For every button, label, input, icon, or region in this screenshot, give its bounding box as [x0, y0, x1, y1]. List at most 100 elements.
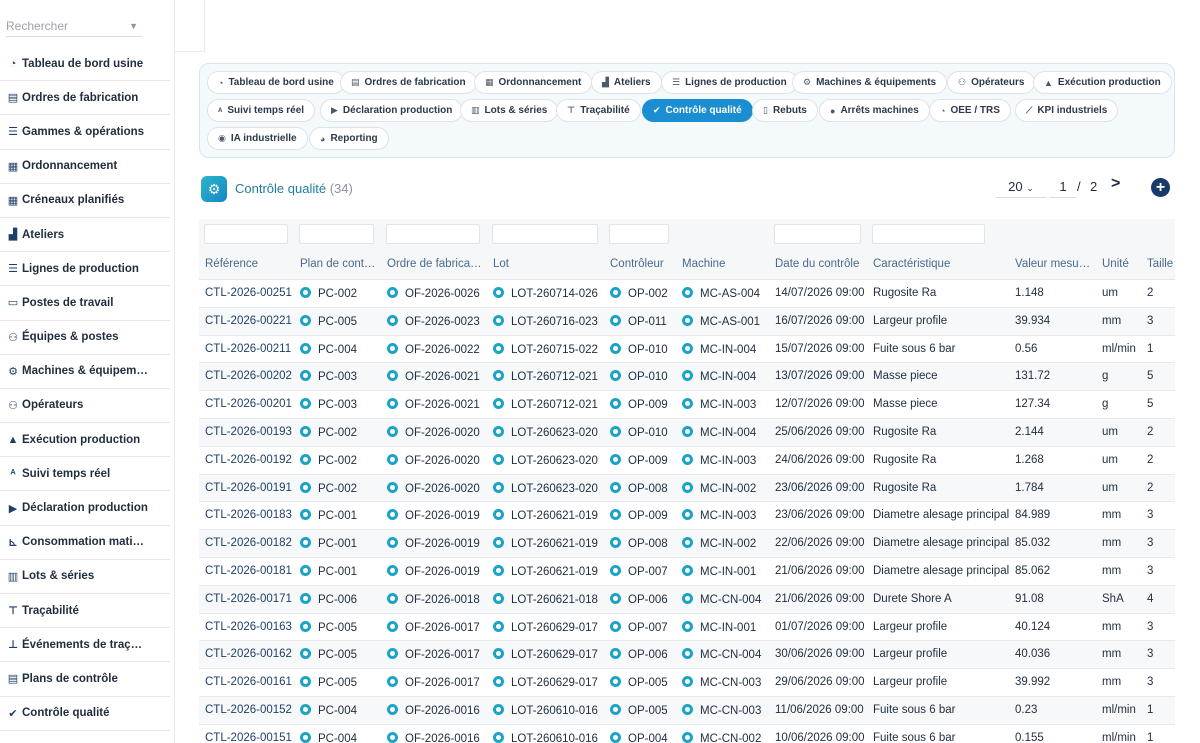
table-cell[interactable]: MC-AS-001: [682, 314, 770, 328]
table-cell[interactable]: LOT-260629-017: [493, 676, 603, 689]
table-cell[interactable]: CTL-2026-00163: [205, 621, 295, 633]
link-icon[interactable]: [610, 342, 621, 354]
table-cell[interactable]: PC-005: [300, 620, 380, 634]
tab[interactable]: ▦ Ordonnancement: [474, 71, 593, 94]
table-cell[interactable]: PC-002: [300, 425, 380, 439]
table-cell[interactable]: OP-006: [610, 592, 676, 606]
table-cell[interactable]: OF-2026-0019: [387, 509, 487, 522]
table-cell[interactable]: PC-001: [300, 564, 380, 578]
tab[interactable]: ◉ IA industrielle: [207, 127, 308, 150]
table-row[interactable]: CTL-2026-00202 PC-003 OF-2026-0021 LOT-2607…: [199, 363, 1175, 392]
table-cell[interactable]: LOT-260610-016: [493, 703, 603, 717]
link-icon[interactable]: [387, 314, 398, 326]
table-cell[interactable]: PC-001: [300, 509, 380, 522]
column-filter-input[interactable]: [872, 224, 985, 244]
link-icon[interactable]: [682, 620, 693, 632]
table-cell[interactable]: OP-006: [610, 648, 676, 661]
table-cell[interactable]: PC-003: [300, 398, 380, 411]
table-row[interactable]: CTL-2026-00221 PC-005 OF-2026-0023 LOT-2607…: [199, 307, 1175, 336]
table-cell[interactable]: LOT-260621-019: [493, 537, 603, 550]
tab[interactable]: ⊤ Traçabilité: [556, 99, 641, 122]
table-cell[interactable]: CTL-2026-00161: [205, 676, 295, 688]
table-cell[interactable]: CTL-2026-00183: [205, 509, 295, 521]
sidebar-item[interactable]: ▭ Postes de travail: [0, 286, 170, 321]
link-icon[interactable]: [300, 703, 311, 715]
table-cell[interactable]: MC-CN-004: [682, 648, 770, 661]
link-icon[interactable]: [610, 370, 621, 382]
table-cell[interactable]: CTL-2026-00193: [205, 426, 295, 438]
column-filter-input[interactable]: [299, 224, 374, 244]
link-icon[interactable]: [682, 398, 693, 410]
link-icon[interactable]: [387, 648, 398, 660]
table-cell[interactable]: OF-2026-0017: [387, 648, 487, 661]
link-icon[interactable]: [682, 509, 693, 521]
tab[interactable]: ▶ Déclaration production: [320, 99, 464, 122]
table-cell[interactable]: OP-008: [610, 481, 676, 495]
tab[interactable]: ᴬ Suivi temps réel: [207, 99, 316, 122]
tab[interactable]: ◕ Reporting: [309, 127, 389, 150]
link-icon[interactable]: [493, 537, 504, 549]
table-cell[interactable]: PC-002: [300, 287, 380, 300]
link-icon[interactable]: [493, 370, 504, 382]
sidebar-item[interactable]: ▶ Déclaration production: [0, 491, 170, 526]
table-cell[interactable]: PC-002: [300, 481, 380, 495]
table-cell[interactable]: OF-2026-0017: [387, 620, 487, 634]
link-icon[interactable]: [610, 676, 621, 688]
sidebar-item[interactable]: ☰ Lignes de production: [0, 252, 170, 287]
column-header[interactable]: Contrôleur: [610, 258, 676, 270]
link-icon[interactable]: [682, 370, 693, 382]
table-cell[interactable]: MC-IN-001: [682, 564, 770, 578]
link-icon[interactable]: [387, 592, 398, 604]
table-cell[interactable]: OP-008: [610, 537, 676, 550]
link-icon[interactable]: [300, 398, 311, 410]
link-icon[interactable]: [493, 648, 504, 660]
column-filter-input[interactable]: [492, 224, 598, 244]
column-header[interactable]: Lot: [493, 258, 603, 270]
table-cell[interactable]: MC-CN-002: [682, 731, 770, 743]
link-icon[interactable]: [682, 564, 693, 576]
link-icon[interactable]: [300, 620, 311, 632]
table-cell[interactable]: MC-IN-003: [682, 453, 770, 467]
table-cell[interactable]: LOT-260714-026: [493, 287, 603, 300]
link-icon[interactable]: [682, 703, 693, 715]
link-icon[interactable]: [682, 676, 693, 688]
caret-down-icon[interactable]: ▼: [129, 15, 138, 37]
tab[interactable]: ✔ Contrôle qualité: [642, 99, 753, 122]
link-icon[interactable]: [493, 564, 504, 576]
link-icon[interactable]: [387, 370, 398, 382]
tab[interactable]: ▤ Ordres de fabrication: [340, 71, 477, 94]
table-cell[interactable]: CTL-2026-00211: [205, 343, 295, 355]
table-cell[interactable]: LOT-260712-021: [493, 370, 603, 383]
sidebar-item[interactable]: ▤ Plans de contrôle: [0, 662, 170, 697]
table-row[interactable]: CTL-2026-00182 PC-001 OF-2026-0019 LOT-2606…: [199, 530, 1175, 558]
link-icon[interactable]: [493, 509, 504, 521]
link-icon[interactable]: [300, 287, 311, 298]
link-icon[interactable]: [682, 342, 693, 354]
table-cell[interactable]: OF-2026-0018: [387, 592, 487, 606]
link-icon[interactable]: [387, 287, 398, 298]
search-select[interactable]: Rechercher ▼: [6, 15, 142, 37]
link-icon[interactable]: [387, 453, 398, 465]
link-icon[interactable]: [610, 425, 621, 437]
table-cell[interactable]: LOT-260629-017: [493, 648, 603, 661]
table-cell[interactable]: MC-IN-004: [682, 425, 770, 439]
link-icon[interactable]: [682, 314, 693, 326]
sidebar-item[interactable]: ⊾ Consommation mati…: [0, 526, 170, 560]
link-icon[interactable]: [610, 314, 621, 326]
table-cell[interactable]: OP-005: [610, 676, 676, 689]
link-icon[interactable]: [493, 342, 504, 354]
column-filter-input[interactable]: [386, 224, 480, 244]
table-row[interactable]: CTL-2026-00251 PC-002 OF-2026-0026 LOT-2607…: [199, 280, 1175, 308]
table-cell[interactable]: OP-004: [610, 731, 676, 743]
table-cell[interactable]: OF-2026-0016: [387, 731, 487, 743]
table-cell[interactable]: CTL-2026-00251: [205, 287, 295, 299]
table-cell[interactable]: OF-2026-0017: [387, 676, 487, 689]
link-icon[interactable]: [300, 481, 311, 493]
link-icon[interactable]: [610, 648, 621, 660]
table-cell[interactable]: LOT-260623-020: [493, 425, 603, 439]
link-icon[interactable]: [493, 731, 504, 743]
table-cell[interactable]: OP-009: [610, 453, 676, 467]
column-header[interactable]: Caractéristique: [873, 258, 1013, 270]
link-icon[interactable]: [300, 314, 311, 326]
table-cell[interactable]: OP-009: [610, 509, 676, 522]
